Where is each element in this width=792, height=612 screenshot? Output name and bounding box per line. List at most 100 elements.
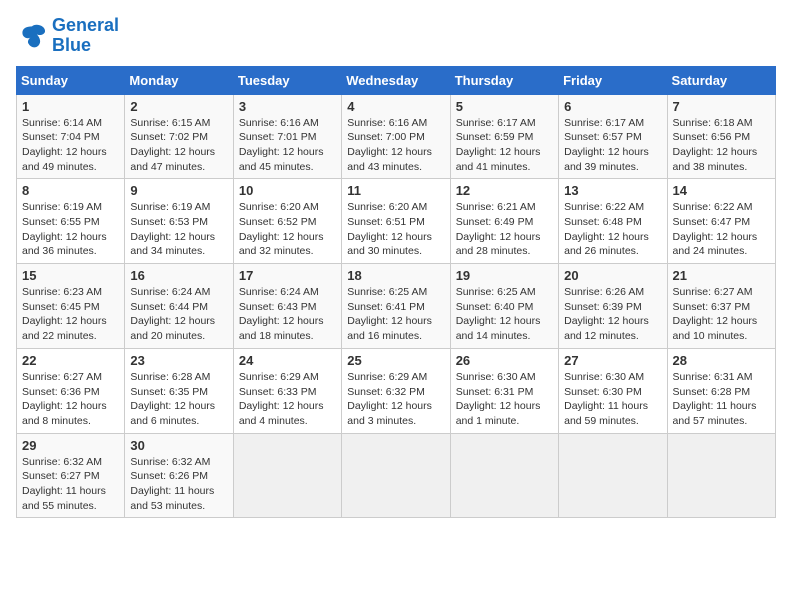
calendar-day-30: 30Sunrise: 6:32 AMSunset: 6:26 PMDayligh… xyxy=(125,433,233,518)
sunset-time: Sunset: 6:59 PM xyxy=(456,131,534,143)
sunset-time: Sunset: 6:55 PM xyxy=(22,216,100,228)
sunrise-time: Sunrise: 6:16 AM xyxy=(239,117,319,129)
sunset-time: Sunset: 6:57 PM xyxy=(564,131,642,143)
calendar-day-9: 9Sunrise: 6:19 AMSunset: 6:53 PMDaylight… xyxy=(125,179,233,264)
day-info: Sunrise: 6:17 AMSunset: 6:57 PMDaylight:… xyxy=(564,116,661,175)
logo-bird-icon xyxy=(16,20,48,52)
sunset-time: Sunset: 6:41 PM xyxy=(347,301,425,313)
calendar-header-row: SundayMondayTuesdayWednesdayThursdayFrid… xyxy=(17,66,776,94)
sunrise-time: Sunrise: 6:17 AM xyxy=(564,117,644,129)
day-number: 30 xyxy=(130,438,227,453)
daylight-hours: Daylight: 12 hours and 4 minutes. xyxy=(239,400,324,427)
calendar-table: SundayMondayTuesdayWednesdayThursdayFrid… xyxy=(16,66,776,519)
daylight-hours: Daylight: 12 hours and 16 minutes. xyxy=(347,315,432,342)
sunset-time: Sunset: 6:39 PM xyxy=(564,301,642,313)
day-number: 6 xyxy=(564,99,661,114)
sunrise-time: Sunrise: 6:16 AM xyxy=(347,117,427,129)
sunset-time: Sunset: 6:31 PM xyxy=(456,386,534,398)
sunrise-time: Sunrise: 6:29 AM xyxy=(347,371,427,383)
day-info: Sunrise: 6:23 AMSunset: 6:45 PMDaylight:… xyxy=(22,285,119,344)
header-saturday: Saturday xyxy=(667,66,775,94)
sunrise-time: Sunrise: 6:29 AM xyxy=(239,371,319,383)
calendar-day-22: 22Sunrise: 6:27 AMSunset: 6:36 PMDayligh… xyxy=(17,348,125,433)
sunrise-time: Sunrise: 6:24 AM xyxy=(130,286,210,298)
day-info: Sunrise: 6:26 AMSunset: 6:39 PMDaylight:… xyxy=(564,285,661,344)
page-header: GeneralBlue xyxy=(16,16,776,56)
calendar-week-row: 15Sunrise: 6:23 AMSunset: 6:45 PMDayligh… xyxy=(17,264,776,349)
sunrise-time: Sunrise: 6:27 AM xyxy=(673,286,753,298)
day-number: 14 xyxy=(673,183,770,198)
sunset-time: Sunset: 6:36 PM xyxy=(22,386,100,398)
day-number: 23 xyxy=(130,353,227,368)
daylight-hours: Daylight: 12 hours and 10 minutes. xyxy=(673,315,758,342)
day-info: Sunrise: 6:21 AMSunset: 6:49 PMDaylight:… xyxy=(456,200,553,259)
sunrise-time: Sunrise: 6:20 AM xyxy=(347,201,427,213)
calendar-day-15: 15Sunrise: 6:23 AMSunset: 6:45 PMDayligh… xyxy=(17,264,125,349)
day-info: Sunrise: 6:20 AMSunset: 6:51 PMDaylight:… xyxy=(347,200,444,259)
daylight-hours: Daylight: 12 hours and 28 minutes. xyxy=(456,231,541,258)
sunset-time: Sunset: 6:28 PM xyxy=(673,386,751,398)
day-number: 20 xyxy=(564,268,661,283)
calendar-day-24: 24 Sunrise: 6:29 AMSunset: 6:33 PMDayligh… xyxy=(233,348,341,433)
day-number: 27 xyxy=(564,353,661,368)
day-info: Sunrise: 6:14 AMSunset: 7:04 PMDaylight:… xyxy=(22,116,119,175)
day-info: Sunrise: 6:28 AMSunset: 6:35 PMDaylight:… xyxy=(130,370,227,429)
sunset-time: Sunset: 6:32 PM xyxy=(347,386,425,398)
day-info: Sunrise: 6:29 AMSunset: 6:32 PMDaylight:… xyxy=(347,370,444,429)
calendar-day-3: 3 Sunrise: 6:16 AMSunset: 7:01 PMDaylight… xyxy=(233,94,341,179)
day-number: 17 xyxy=(239,268,336,283)
sunset-time: Sunset: 6:40 PM xyxy=(456,301,534,313)
calendar-empty-cell xyxy=(559,433,667,518)
day-info: Sunrise: 6:31 AMSunset: 6:28 PMDaylight:… xyxy=(673,370,770,429)
sunset-time: Sunset: 6:52 PM xyxy=(239,216,317,228)
sunrise-time: Sunrise: 6:26 AM xyxy=(564,286,644,298)
calendar-day-14: 14 Sunrise: 6:22 AM Sunset: 6:47 PM Dayligh… xyxy=(667,179,775,264)
calendar-day-21: 21Sunrise: 6:27 AMSunset: 6:37 PMDayligh… xyxy=(667,264,775,349)
day-info: Sunrise: 6:16 AMSunset: 7:01 PMDaylight:… xyxy=(239,116,336,175)
sunrise-time: Sunrise: 6:25 AM xyxy=(456,286,536,298)
sunrise-time: Sunrise: 6:27 AM xyxy=(22,371,102,383)
daylight-hours: Daylight: 12 hours and 38 minutes. xyxy=(673,146,758,173)
header-friday: Friday xyxy=(559,66,667,94)
sunset-time: Sunset: 6:47 PM xyxy=(673,216,751,228)
day-number: 10 xyxy=(239,183,336,198)
header-monday: Monday xyxy=(125,66,233,94)
calendar-day-16: 16Sunrise: 6:24 AMSunset: 6:44 PMDayligh… xyxy=(125,264,233,349)
daylight-hours: Daylight: 12 hours and 8 minutes. xyxy=(22,400,107,427)
sunrise-time: Sunrise: 6:22 AM xyxy=(673,201,753,213)
day-number: 7 xyxy=(673,99,770,114)
daylight-hours: Daylight: 12 hours and 36 minutes. xyxy=(22,231,107,258)
header-thursday: Thursday xyxy=(450,66,558,94)
day-number: 5 xyxy=(456,99,553,114)
sunrise-time: Sunrise: 6:22 AM xyxy=(564,201,644,213)
daylight-hours: Daylight: 12 hours and 24 minutes. xyxy=(673,231,758,258)
calendar-week-row: 29Sunrise: 6:32 AMSunset: 6:27 PMDayligh… xyxy=(17,433,776,518)
day-number: 13 xyxy=(564,183,661,198)
day-number: 1 xyxy=(22,99,119,114)
sunrise-time: Sunrise: 6:32 AM xyxy=(22,456,102,468)
day-number: 24 xyxy=(239,353,336,368)
sunset-time: Sunset: 7:00 PM xyxy=(347,131,425,143)
sunrise-time: Sunrise: 6:18 AM xyxy=(673,117,753,129)
sunset-time: Sunset: 6:56 PM xyxy=(673,131,751,143)
day-info: Sunrise: 6:24 AMSunset: 6:43 PMDaylight:… xyxy=(239,285,336,344)
calendar-day-13: 13Sunrise: 6:22 AMSunset: 6:48 PMDayligh… xyxy=(559,179,667,264)
calendar-day-2: 2Sunrise: 6:15 AMSunset: 7:02 PMDaylight… xyxy=(125,94,233,179)
day-number: 18 xyxy=(347,268,444,283)
sunset-time: Sunset: 6:48 PM xyxy=(564,216,642,228)
calendar-day-28: 28Sunrise: 6:31 AMSunset: 6:28 PMDayligh… xyxy=(667,348,775,433)
calendar-day-17: 17 Sunrise: 6:24 AMSunset: 6:43 PMDayligh… xyxy=(233,264,341,349)
day-number: 3 xyxy=(239,99,336,114)
calendar-week-row: 1 Sunrise: 6:14 AMSunset: 7:04 PMDaylight… xyxy=(17,94,776,179)
day-info: Sunrise: 6:22 AM Sunset: 6:47 PM Daylight:… xyxy=(673,200,770,259)
calendar-empty-cell xyxy=(233,433,341,518)
day-number: 25 xyxy=(347,353,444,368)
sunrise-time: Sunrise: 6:23 AM xyxy=(22,286,102,298)
calendar-day-20: 20Sunrise: 6:26 AMSunset: 6:39 PMDayligh… xyxy=(559,264,667,349)
day-info: Sunrise: 6:27 AMSunset: 6:37 PMDaylight:… xyxy=(673,285,770,344)
day-info: Sunrise: 6:30 AMSunset: 6:31 PMDaylight:… xyxy=(456,370,553,429)
day-info: Sunrise: 6:29 AMSunset: 6:33 PMDaylight:… xyxy=(239,370,336,429)
calendar-day-19: 19Sunrise: 6:25 AMSunset: 6:40 PMDayligh… xyxy=(450,264,558,349)
sunset-time: Sunset: 6:30 PM xyxy=(564,386,642,398)
daylight-hours: Daylight: 12 hours and 43 minutes. xyxy=(347,146,432,173)
